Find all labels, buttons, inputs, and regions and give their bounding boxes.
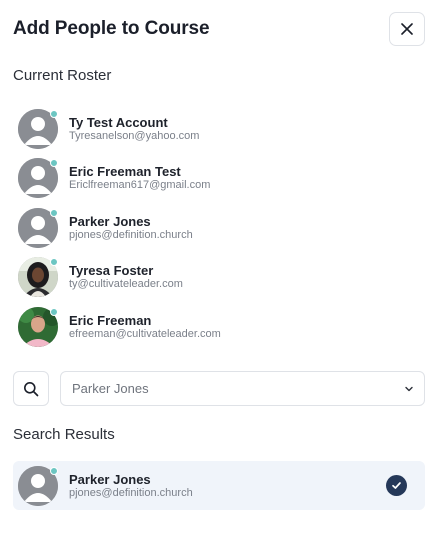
close-button[interactable] — [389, 12, 425, 46]
selected-check[interactable] — [386, 475, 407, 496]
roster-item: Eric Freeman efreeman@cultivateleader.co… — [13, 302, 425, 352]
search-button[interactable] — [13, 371, 49, 406]
online-status-dot — [50, 109, 58, 118]
person-name: Parker Jones — [69, 213, 151, 229]
online-status-dot — [50, 466, 58, 475]
people-search-select[interactable]: Parker Jones — [60, 371, 425, 406]
person-name: Tyresa Foster — [69, 263, 154, 279]
online-status-dot — [50, 258, 58, 267]
person-email: pjones@definition.church — [69, 486, 193, 499]
roster-item: Tyresa Foster ty@cultivateleader.com — [13, 253, 425, 303]
roster-item: Parker Jones pjones@definition.church — [13, 203, 425, 253]
modal-title: Add People to Course — [13, 18, 210, 39]
chevron-down-icon — [405, 386, 413, 392]
person-name: Eric Freeman Test — [69, 164, 181, 180]
person-email: pjones@definition.church — [69, 228, 193, 241]
select-value: Parker Jones — [72, 381, 149, 396]
person-email: ty@cultivateleader.com — [69, 278, 183, 291]
person-email: efreeman@cultivateleader.com — [69, 327, 221, 340]
search-result-item[interactable]: Parker Jones pjones@definition.church — [13, 461, 425, 510]
person-name: Eric Freeman — [69, 312, 152, 328]
person-name: Parker Jones — [69, 471, 151, 487]
online-status-dot — [50, 159, 58, 168]
roster-item: Ty Test Account Tyresanelson@yahoo.com — [13, 104, 425, 154]
person-name: Ty Test Account — [69, 114, 168, 130]
roster-item: Eric Freeman Test Ericlfreeman617@gmail.… — [13, 154, 425, 204]
search-results-heading: Search Results — [13, 426, 115, 443]
person-email: Ericlfreeman617@gmail.com — [69, 179, 211, 192]
search-icon — [24, 381, 39, 396]
current-roster-heading: Current Roster — [13, 67, 112, 84]
online-status-dot — [50, 307, 58, 316]
online-status-dot — [50, 208, 58, 217]
person-email: Tyresanelson@yahoo.com — [69, 129, 200, 142]
roster-list: Ty Test Account Tyresanelson@yahoo.com E… — [13, 104, 425, 352]
check-icon — [392, 482, 401, 489]
close-icon — [401, 23, 413, 35]
